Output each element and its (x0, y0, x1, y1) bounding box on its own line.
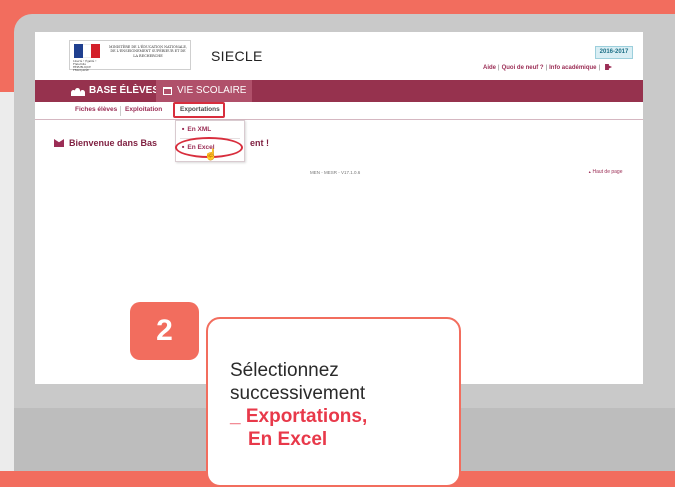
back-to-top-link[interactable]: Haut de page (588, 169, 622, 175)
calendar-icon (163, 87, 172, 95)
info-academique-link[interactable]: Info académique (549, 65, 596, 71)
callout-highlight-2: En Excel (248, 429, 328, 450)
logout-icon[interactable] (605, 64, 613, 70)
welcome-text: Bienvenue dans Bas (69, 138, 158, 148)
welcome-icon (54, 139, 64, 147)
flag-caption: Liberté • Égalité • Fraternité RÉPUBLIQU… (73, 60, 97, 72)
tab-vie-scolaire-label: VIE SCOLAIRE (177, 85, 247, 96)
version-text: MEN - MESR - V17.1.0.6 (310, 170, 361, 175)
quoi-de-neuf-link[interactable]: Quoi de neuf ? (502, 65, 544, 71)
callout-line-2: successivement (230, 383, 366, 404)
welcome-text-end: ent ! (250, 138, 269, 148)
tab-base-eleves-label: BASE ÉLÈVES (89, 85, 160, 96)
menu-divider (120, 106, 121, 116)
app-header: Liberté • Égalité • Fraternité RÉPUBLIQU… (35, 32, 643, 76)
callout-line-1: Sélectionnez (230, 360, 339, 381)
welcome-message: Bienvenue dans Bas (54, 138, 157, 148)
app-title: SIECLE (211, 48, 263, 64)
tab-vie-scolaire[interactable]: VIE SCOLAIRE (156, 80, 253, 102)
exportations-highlight (173, 102, 225, 118)
hand-cursor-icon: ☝ (204, 149, 218, 161)
dropdown-item-xml[interactable]: En XML (182, 126, 211, 133)
step-number-badge: 2 (130, 302, 199, 360)
tab-base-eleves[interactable]: BASE ÉLÈVES (71, 80, 159, 102)
school-year-badge: 2016-2017 (595, 46, 633, 59)
ministry-logo: Liberté • Égalité • Fraternité RÉPUBLIQU… (69, 40, 191, 72)
top-links: Aide | Quoi de neuf ? | Info académique | (483, 64, 613, 71)
redacted-area (513, 46, 593, 57)
french-flag-icon (74, 44, 101, 58)
students-icon (71, 87, 85, 96)
main-nav: BASE ÉLÈVES VIE SCOLAIRE (35, 80, 643, 102)
instruction-callout: Sélectionnez successivement _ Exportatio… (206, 317, 461, 487)
aide-link[interactable]: Aide (483, 65, 496, 71)
menu-exploitation[interactable]: Exploitation (125, 106, 162, 113)
ministry-name: MINISTÈRE DE L'ÉDUCATION NATIONALE, DE L… (109, 45, 187, 58)
sub-nav: Fiches élèves Exploitation Exportations (35, 103, 643, 120)
menu-fiches-eleves[interactable]: Fiches élèves (75, 106, 117, 113)
callout-highlight-1: _ Exportations, (230, 406, 368, 427)
